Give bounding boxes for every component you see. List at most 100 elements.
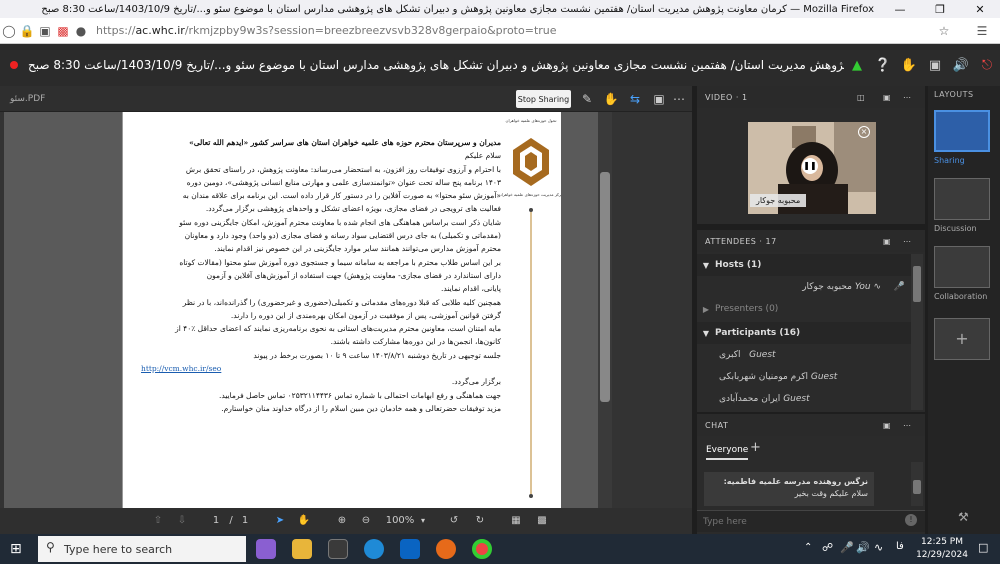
layout-collaboration-label[interactable]: Collaboration (934, 292, 987, 301)
maximize-pod-icon[interactable]: ▣ (650, 90, 668, 108)
minimize-icon[interactable]: — (880, 3, 920, 16)
host-row[interactable]: محبوبه جوکار You ∿ 🎤 (697, 276, 911, 298)
pdf-text-line: برگزار می‌گردد. (451, 377, 501, 387)
pod-menu-icon[interactable]: ⋯ (670, 90, 688, 108)
pod-menu-icon[interactable]: ⋯ (903, 93, 912, 102)
exit-icon[interactable]: ⎋ (974, 58, 1000, 73)
sync-icon[interactable]: ⇆ (626, 90, 644, 108)
add-chat-tab-icon[interactable]: + (750, 440, 761, 455)
scroll-thumb[interactable] (913, 480, 921, 494)
window-title: کرمان معاونت پژوهش مدیریت استان/ هفتمین … (41, 3, 874, 15)
pdf-text-line: جهت هماهنگی و رفع ابهامات احتمالی با شما… (218, 390, 501, 400)
pdf-text-line: گرفتن قوانین آموزشی، پس از موفقیت در آزم… (230, 310, 501, 320)
participant-row[interactable]: اکرم مومنیان شهربابکی Guest (697, 366, 911, 388)
menu-icon[interactable]: ☰ (964, 24, 1000, 38)
video-pod-title: VIDEO (705, 92, 733, 102)
zoom-level[interactable]: 100% (380, 512, 420, 530)
layout-sharing-thumb[interactable] (934, 110, 990, 152)
store-icon[interactable] (328, 539, 348, 559)
microphone-icon[interactable]: 🎤 (894, 282, 905, 292)
layout-discussion-thumb[interactable] (934, 178, 990, 220)
notifications-icon[interactable]: □ (978, 541, 988, 554)
chat-scrollbar[interactable] (911, 462, 923, 506)
copilot-icon[interactable] (256, 539, 276, 559)
close-icon[interactable]: ✕ (960, 3, 1000, 16)
network-icon[interactable]: ☍ (822, 541, 833, 554)
maximize-pod-icon[interactable]: ▣ (883, 237, 891, 246)
zoom-dropdown-icon[interactable]: ▾ (418, 512, 428, 530)
shield-icon[interactable]: ◯ (0, 24, 18, 38)
pod-menu-icon[interactable]: ⋯ (903, 421, 912, 430)
bookmark-star-icon[interactable]: ☆ (924, 24, 964, 38)
speaker-icon[interactable]: 🔊 (948, 58, 974, 73)
chat-input[interactable] (703, 514, 893, 530)
hand-icon[interactable]: ✋ (602, 90, 620, 108)
fullscreen-icon[interactable]: ▣ (922, 58, 948, 73)
fit-width-icon[interactable]: ▦ (508, 512, 524, 530)
lock-icon[interactable]: 🔒 (18, 24, 36, 38)
pdf-link-line: http://vcm.whc.ir/seo (141, 362, 501, 375)
maximize-pod-icon[interactable]: ▣ (883, 421, 891, 430)
scroll-thumb[interactable] (600, 172, 610, 402)
pdf-viewer[interactable]: مدیران و سرپرستان محترم حوزه های علمیه خ… (4, 112, 604, 508)
show-hidden-icons-icon[interactable]: ⌃ (804, 542, 812, 553)
layout-discussion-label[interactable]: Discussion (934, 224, 977, 233)
outlook-icon[interactable] (400, 539, 420, 559)
attendees-scrollbar[interactable] (911, 254, 923, 410)
close-video-icon[interactable]: × (858, 126, 870, 138)
taskbar-clock[interactable]: 12:25 PM 12/29/2024 (912, 536, 972, 562)
add-layout-button[interactable]: + (934, 318, 990, 360)
layout-collaboration-thumb[interactable] (934, 246, 990, 288)
input-language[interactable]: فا (896, 541, 904, 552)
hosts-section[interactable]: ▼ Hosts (1) (697, 254, 911, 276)
rotate-right-icon[interactable]: ↻ (472, 512, 488, 530)
pointer-icon[interactable]: ➤ (272, 512, 288, 530)
participant-row[interactable]: ایران محمدآبادی Guest (697, 388, 911, 410)
zoom-out-icon[interactable]: ⊖ (358, 512, 374, 530)
permissions-icon[interactable]: ▣ (36, 24, 54, 38)
page-current[interactable]: 1 (208, 512, 224, 530)
url-field[interactable]: https://ac.whc.ir/rkmjzpby9w3s?session=b… (90, 24, 924, 37)
fit-page-icon[interactable]: ▩ (534, 512, 550, 530)
layout-sharing-label[interactable]: Sharing (934, 156, 965, 165)
raise-hand-icon[interactable]: ✋ (896, 58, 922, 73)
scroll-thumb[interactable] (913, 266, 921, 302)
pdf-scrollbar[interactable] (598, 112, 612, 508)
help-icon[interactable]: ❔ (870, 58, 896, 73)
file-explorer-icon[interactable] (292, 539, 312, 559)
wifi-icon[interactable]: ∿ (874, 541, 883, 554)
microphone-icon[interactable]: ● (72, 24, 90, 38)
participant-row[interactable]: اکبری Guest (697, 344, 911, 366)
camera-icon[interactable]: ▩ (54, 24, 72, 38)
zoom-in-icon[interactable]: ⊕ (334, 512, 350, 530)
chrome-icon[interactable] (472, 539, 492, 559)
participant-tag: Guest (783, 394, 810, 404)
participants-section[interactable]: ▼ Participants (16) (697, 322, 911, 344)
maximize-pod-icon[interactable]: ▣ (883, 93, 891, 102)
participant-video[interactable]: ❚❚ × محبوبه جوکار (748, 122, 876, 214)
speaker-icon[interactable]: 🔊 (856, 541, 870, 554)
video-layout-icon[interactable]: ◫ (857, 93, 865, 102)
microphone-tray-icon[interactable]: 🎤 (840, 541, 854, 554)
chat-tab-everyone[interactable]: Everyone (706, 442, 749, 460)
windows-start-icon[interactable]: ⊞ (10, 541, 22, 557)
pdf-link[interactable]: http://vcm.whc.ir/seo (141, 364, 221, 373)
pdf-text-line: مزید توفیقات حضرتعالی و همه خادمان دین م… (221, 403, 501, 413)
presenters-section[interactable]: ▶ Presenters (0) (697, 298, 911, 320)
info-icon[interactable]: ! (905, 514, 917, 526)
edge-icon[interactable] (364, 539, 384, 559)
taskbar-search[interactable]: ⚲ Type here to search (38, 536, 246, 562)
pause-icon[interactable]: ❚❚ (802, 158, 818, 174)
page-down-icon[interactable]: ⇩ (174, 512, 190, 530)
pan-hand-icon[interactable]: ✋ (296, 512, 312, 530)
rotate-left-icon[interactable]: ↺ (446, 512, 462, 530)
restore-icon[interactable]: ❐ (920, 3, 960, 16)
draw-icon[interactable]: ✎ (578, 90, 596, 108)
firefox-icon[interactable] (436, 539, 456, 559)
stop-sharing-button[interactable]: Stop Sharing (516, 90, 571, 108)
page-up-icon[interactable]: ⇧ (150, 512, 166, 530)
tools-icon[interactable]: ⚒ (958, 510, 969, 524)
participant-tag: Guest (749, 350, 776, 360)
pod-menu-icon[interactable]: ⋯ (903, 237, 912, 246)
organization-logo: تحول حوزه‌های علمیه خواهران مرکز مدیریت … (501, 112, 561, 508)
